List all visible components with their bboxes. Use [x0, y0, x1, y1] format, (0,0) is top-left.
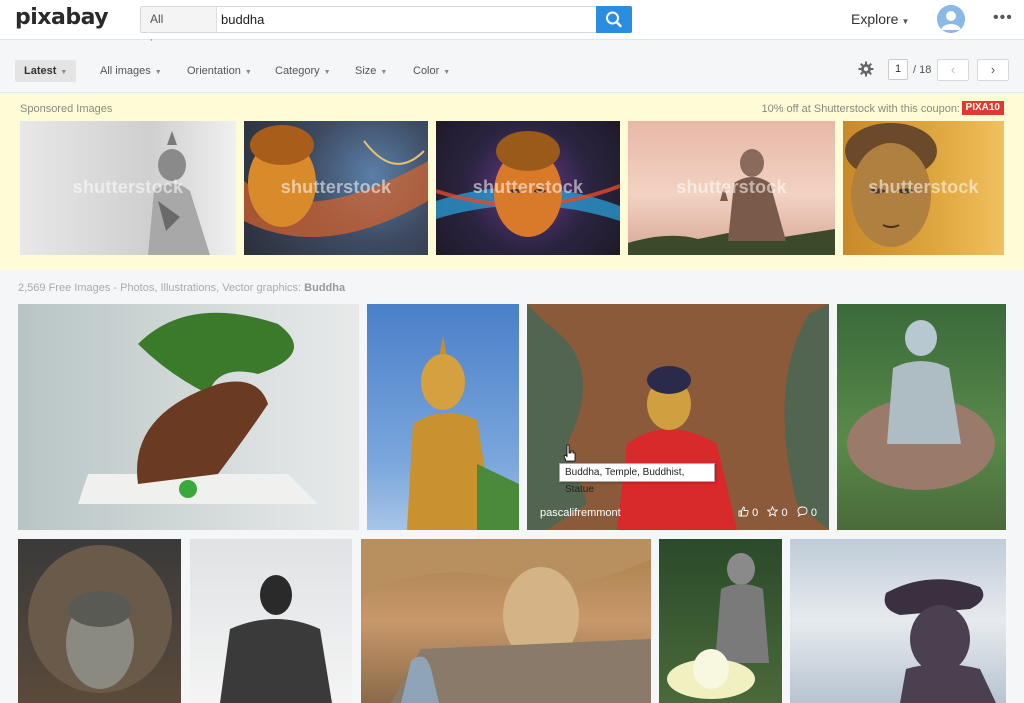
top-header: pixabay All images▼ Explore▼ ••• — [0, 0, 1024, 51]
settings-button[interactable] — [858, 61, 874, 77]
sponsored-image[interactable]: shutterstock — [20, 121, 236, 255]
sponsored-image[interactable]: shutterstock — [628, 121, 835, 255]
next-page-button[interactable]: › — [977, 59, 1009, 81]
explore-menu[interactable]: Explore ▼ — [851, 11, 909, 27]
coupon-text: 10% off at Shutterstock with this coupon… — [761, 103, 960, 115]
chevron-down-icon: ▼ — [154, 69, 162, 76]
comment-button[interactable]: 0 — [797, 506, 817, 519]
chevron-down-icon: ▼ — [901, 17, 910, 26]
star-icon — [766, 505, 779, 517]
shutterstock-watermark: shutterstock — [280, 177, 392, 197]
result-image[interactable] — [837, 304, 1006, 530]
result-image[interactable] — [361, 539, 651, 703]
sponsored-image[interactable]: shutterstock — [436, 121, 620, 255]
likes-count: 0 — [752, 507, 759, 519]
result-image[interactable] — [790, 539, 1006, 703]
size-label: Size — [355, 65, 377, 77]
more-options-icon[interactable]: ••• — [993, 9, 1013, 27]
cave-buddha-graphic — [361, 539, 651, 703]
search-input[interactable] — [221, 7, 595, 32]
avatar[interactable] — [937, 5, 965, 33]
like-button[interactable]: 0 — [738, 506, 761, 519]
sort-label: Latest — [24, 65, 57, 77]
user-icon — [937, 5, 965, 33]
results-count-text: 2,569 Free Images - Photos, Illustration… — [18, 282, 302, 294]
thumbs-up-icon — [738, 506, 749, 517]
explore-label: Explore — [851, 11, 899, 27]
shutterstock-watermark: shutterstock — [868, 177, 979, 197]
bonsai-graphic — [78, 312, 318, 504]
category-dropdown[interactable]: Category ▼ — [275, 65, 331, 77]
sponsored-section: Sponsored Images 10% off at Shutterstock… — [0, 94, 1024, 270]
stone-buddha-graphic — [28, 545, 172, 693]
stone-buddha-graphic — [847, 320, 995, 490]
result-image[interactable] — [659, 539, 782, 703]
sponsored-image[interactable]: shutterstock — [244, 121, 428, 255]
search-icon — [606, 11, 622, 28]
image-type-dropdown[interactable]: All images ▼ — [100, 65, 162, 77]
image-stats: 0 0 0 — [738, 505, 817, 519]
chevron-down-icon: ▼ — [380, 69, 388, 76]
results-query: Buddha — [304, 282, 346, 294]
bronze-buddha-graphic — [220, 575, 332, 703]
sponsored-label: Sponsored Images — [20, 103, 113, 115]
gear-icon — [858, 61, 874, 77]
chevron-down-icon: ▼ — [60, 69, 68, 76]
filter-bar: Latest ▼ All images ▼ Orientation ▼ Categor… — [0, 41, 1024, 93]
prev-page-button[interactable]: ‹ — [937, 59, 969, 81]
result-image[interactable] — [18, 304, 359, 530]
color-dropdown[interactable]: Color ▼ — [413, 65, 450, 77]
result-image[interactable] — [18, 539, 181, 703]
result-image[interactable] — [190, 539, 352, 703]
comments-count: 0 — [810, 507, 817, 519]
color-label: Color — [413, 65, 440, 77]
search-type-dropdown[interactable]: All images▼ — [141, 7, 217, 51]
chevron-down-icon: ▼ — [323, 69, 331, 76]
result-image[interactable] — [367, 304, 519, 530]
pixabay-logo[interactable]: pixabay — [15, 5, 109, 30]
orientation-label: Orientation — [187, 65, 241, 77]
hand-cursor-icon — [563, 444, 576, 462]
category-label: Category — [275, 65, 320, 77]
coupon-code-badge: PIXA10 — [961, 101, 1004, 115]
search-button[interactable] — [596, 6, 632, 33]
sort-dropdown[interactable]: Latest ▼ — [15, 60, 77, 82]
lotus-buddha-graphic — [667, 553, 769, 699]
image-type-label: All images — [100, 65, 151, 77]
buddha-silhouette-graphic — [884, 579, 996, 703]
sponsored-image[interactable]: shutterstock — [843, 121, 1004, 255]
image-tooltip: Buddha, Temple, Buddhist, Statue — [559, 463, 715, 495]
comment-icon — [797, 506, 808, 518]
shutterstock-watermark: shutterstock — [72, 177, 184, 197]
image-author[interactable]: pascalifremmont — [540, 507, 621, 519]
size-dropdown[interactable]: Size ▼ — [355, 65, 387, 77]
chevron-down-icon: ▼ — [443, 69, 451, 76]
favorite-button[interactable]: 0 — [766, 505, 790, 519]
favorites-count: 0 — [781, 507, 788, 519]
page-number-input[interactable]: 1 — [888, 59, 908, 80]
golden-buddha-graphic — [407, 336, 519, 530]
orientation-dropdown[interactable]: Orientation ▼ — [187, 65, 252, 77]
results-count: 2,569 Free Images - Photos, Illustration… — [18, 282, 345, 294]
shutterstock-watermark: shutterstock — [676, 177, 787, 197]
shutterstock-watermark: shutterstock — [472, 177, 584, 197]
page-total: / 18 — [913, 64, 932, 76]
chevron-down-icon: ▼ — [244, 69, 252, 76]
search-bar: All images▼ — [140, 6, 632, 51]
